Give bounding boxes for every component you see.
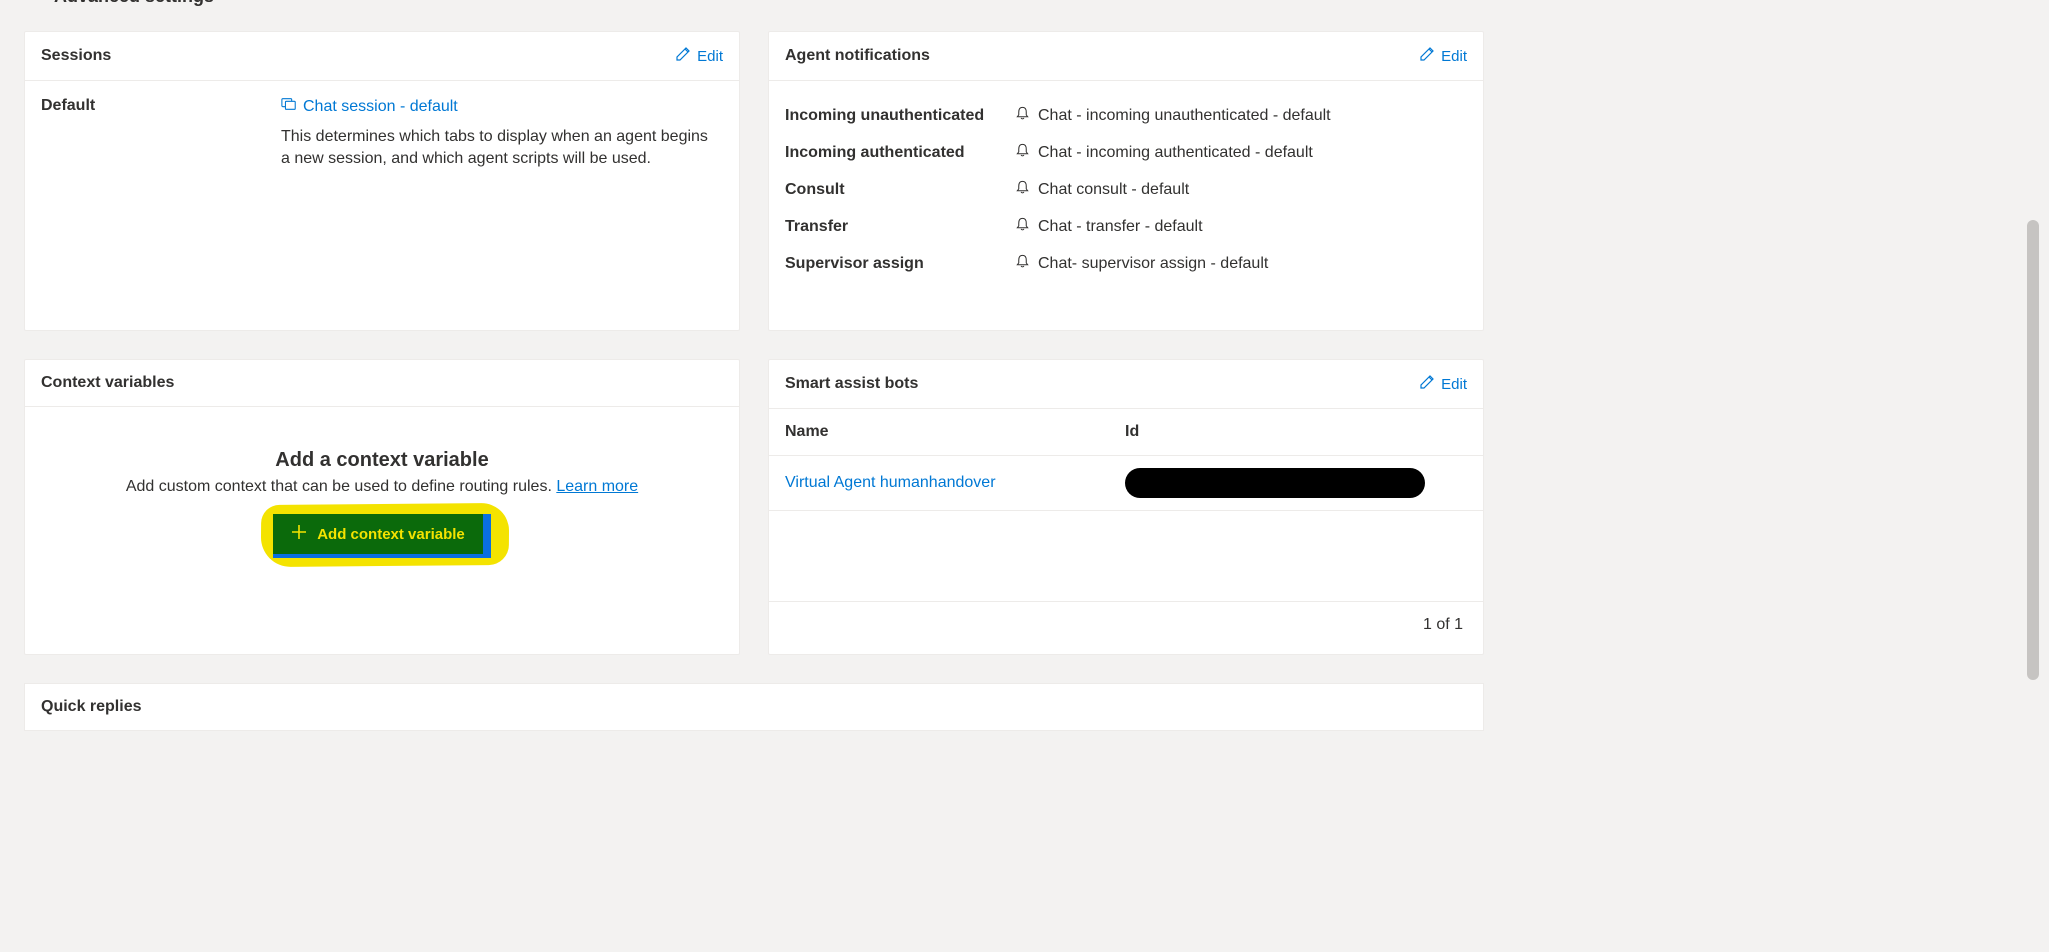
context-variables-card: Context variables Add a context variable… (24, 359, 740, 655)
context-empty-title: Add a context variable (275, 449, 488, 472)
notification-label: Consult (785, 181, 1015, 199)
redacted-id (1125, 468, 1425, 498)
smart-edit-label: Edit (1441, 376, 1467, 393)
context-empty-subtitle: Add custom context that can be used to d… (126, 478, 638, 496)
smart-edit-button[interactable]: Edit (1419, 374, 1467, 394)
smart-col-name: Name (785, 423, 1125, 441)
notification-label: Transfer (785, 218, 1015, 236)
quick-replies-title: Quick replies (25, 684, 1483, 730)
sessions-card: Sessions Edit Default Chat session - def… (24, 31, 740, 331)
chat-session-icon (281, 97, 297, 116)
smart-col-id: Id (1125, 423, 1139, 441)
chevron-down-icon (32, 0, 46, 7)
bell-icon (1015, 253, 1030, 274)
notification-value: Chat - transfer - default (1015, 216, 1203, 237)
pencil-icon (675, 46, 691, 66)
sessions-default-label: Default (41, 97, 241, 314)
pencil-icon (1419, 374, 1435, 394)
context-sub-text: Add custom context that can be used to d… (126, 478, 556, 495)
bell-icon (1015, 179, 1030, 200)
sessions-title: Sessions (41, 47, 111, 65)
sessions-edit-button[interactable]: Edit (675, 46, 723, 66)
add-context-variable-button[interactable]: Add context variable (273, 514, 491, 558)
notifications-edit-label: Edit (1441, 48, 1467, 65)
plus-icon (291, 524, 307, 544)
notification-row: Incoming authenticatedChat - incoming au… (785, 134, 1467, 171)
add-context-button-label: Add context variable (317, 526, 465, 543)
bell-icon (1015, 216, 1030, 237)
notifications-title: Agent notifications (785, 47, 930, 65)
smart-table-header: Name Id (769, 409, 1483, 456)
smart-pagination: 1 of 1 (769, 601, 1483, 654)
sessions-edit-label: Edit (697, 48, 723, 65)
notification-row: Supervisor assignChat- supervisor assign… (785, 245, 1467, 282)
notification-value: Chat consult - default (1015, 179, 1189, 200)
quick-replies-card: Quick replies (24, 683, 1484, 731)
pencil-icon (1419, 46, 1435, 66)
chat-session-link[interactable]: Chat session - default (281, 97, 458, 116)
vertical-scrollbar[interactable] (2027, 0, 2039, 731)
notification-row: Incoming unauthenticatedChat - incoming … (785, 97, 1467, 134)
agent-notifications-card: Agent notifications Edit Incoming unauth… (768, 31, 1484, 331)
chat-session-link-text: Chat session - default (303, 98, 458, 116)
notification-value: Chat - incoming authenticated - default (1015, 142, 1313, 163)
notification-value: Chat- supervisor assign - default (1015, 253, 1268, 274)
smart-bot-name-link[interactable]: Virtual Agent humanhandover (785, 474, 1125, 492)
notification-row: ConsultChat consult - default (785, 171, 1467, 208)
notifications-edit-button[interactable]: Edit (1419, 46, 1467, 66)
notification-label: Supervisor assign (785, 255, 1015, 273)
smart-assist-card: Smart assist bots Edit Name Id Virtual A… (768, 359, 1484, 655)
context-title: Context variables (41, 374, 174, 392)
sessions-description: This determines which tabs to display wh… (281, 126, 721, 171)
notification-label: Incoming unauthenticated (785, 107, 1015, 125)
advanced-settings-label: Advanced settings (54, 0, 214, 7)
advanced-settings-toggle[interactable]: Advanced settings (24, 0, 2025, 13)
notification-row: TransferChat - transfer - default (785, 208, 1467, 245)
bell-icon (1015, 105, 1030, 126)
table-row: Virtual Agent humanhandover (769, 456, 1483, 511)
notification-label: Incoming authenticated (785, 144, 1015, 162)
scrollbar-thumb[interactable] (2027, 220, 2039, 680)
learn-more-link[interactable]: Learn more (556, 478, 638, 495)
smart-title: Smart assist bots (785, 375, 918, 393)
bell-icon (1015, 142, 1030, 163)
notification-value: Chat - incoming unauthenticated - defaul… (1015, 105, 1331, 126)
